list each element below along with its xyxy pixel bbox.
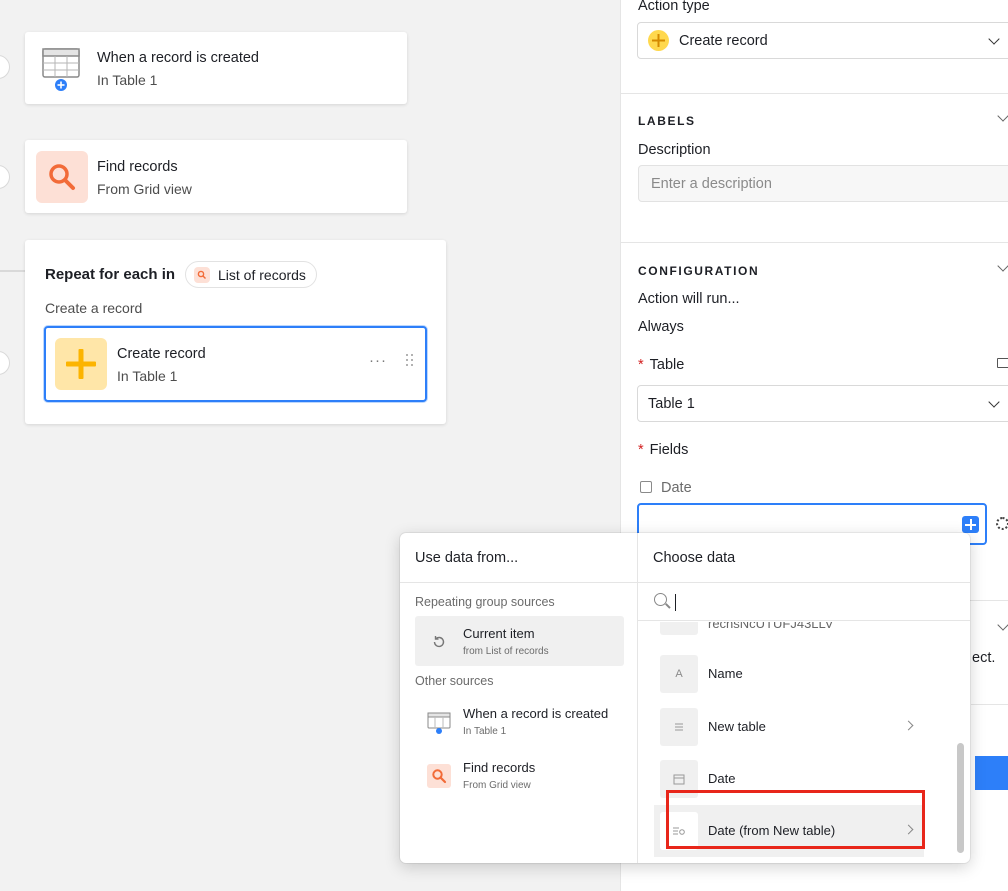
use-data-from-title: Use data from... [400,533,637,583]
action-type-label: Action type [638,0,710,14]
description-label: Description [638,142,711,158]
repeat-subtitle: Create a record [45,300,143,316]
search-icon [427,764,451,788]
configuration-section-title: CONFIGURATION [638,264,760,278]
list-of-records-pill[interactable]: List of records [185,261,317,288]
field-row[interactable]: New table [654,701,924,753]
chevron-down-icon[interactable] [997,619,1008,631]
source-title: Current item [463,626,535,641]
table-plus-icon [35,42,87,94]
fields-label: * Fields [638,442,689,458]
source-title: When a record is created [463,706,609,721]
link-icon [660,708,698,746]
search-icon [194,266,210,283]
labels-section-title: LABELS [638,114,696,128]
text-cursor [675,594,676,611]
repeating-group-label: Repeating group sources [415,595,555,609]
card-subtitle: From Grid view [97,181,192,197]
calendar-icon [640,481,652,493]
repeat-title: Repeat for each in [45,266,176,283]
source-list: Use data from... Repeating group sources… [400,533,638,863]
field-name: Date [708,771,736,786]
field-row[interactable]: recnsNcUTUFJ43LLV [654,622,924,636]
chevron-right-icon [903,720,914,731]
add-step-handle[interactable] [0,55,10,79]
table-plus-icon [427,710,451,734]
expand-icon[interactable] [997,358,1008,368]
source-find-records[interactable]: Find records From Grid view [415,750,624,800]
highlight-box [666,790,925,849]
card-subtitle: In Table 1 [117,368,178,384]
search-icon [36,151,88,203]
table-value: Table 1 [648,395,695,412]
trigger-card[interactable]: When a record is created In Table 1 [25,32,407,104]
source-title: Find records [463,760,536,775]
chevron-down-icon[interactable] [997,110,1008,122]
card-title: Create record [117,346,206,362]
field-name: Name [708,666,743,681]
find-records-card[interactable]: Find records From Grid view [25,140,407,213]
field-type-icon [660,622,698,635]
source-subtitle: from List of records [463,646,549,657]
field-name: recnsNcUTUFJ43LLV [708,622,834,631]
divider [621,242,1008,243]
card-title: Find records [97,159,178,175]
card-title: When a record is created [97,50,259,66]
search-icon [654,593,667,606]
source-subtitle: In Table 1 [463,726,507,737]
description-input[interactable]: Enter a description [638,165,1008,202]
plus-icon [648,30,669,51]
partial-text: ect. [972,650,996,666]
field-name: New table [708,719,766,734]
table-label: * Table [638,357,685,373]
action-type-select[interactable]: Create record [637,22,1008,59]
add-data-icon[interactable] [962,516,979,533]
source-subtitle: From Grid view [463,780,531,791]
connector-line [0,270,25,272]
add-step-handle[interactable] [0,165,10,189]
action-type-value: Create record [679,32,768,49]
current-item-source[interactable]: Current item from List of records [415,616,624,666]
chevron-down-icon[interactable] [997,260,1008,272]
action-button[interactable] [975,756,1008,790]
other-sources-label: Other sources [415,674,494,688]
pill-label: List of records [218,266,306,283]
divider [971,704,1008,705]
more-options-icon[interactable]: ··· [369,352,387,369]
search-field[interactable] [638,583,970,621]
action-will-run-label: Action will run... [638,291,740,307]
repeat-group[interactable]: Repeat for each in List of records Creat… [25,240,446,424]
field-row[interactable]: A Name [654,648,924,700]
drag-handle-icon[interactable] [406,354,416,368]
table-select[interactable]: Table 1 [637,385,1008,422]
data-picker-popover: Use data from... Repeating group sources… [400,533,970,863]
add-step-handle[interactable] [0,351,10,375]
divider [621,93,1008,94]
chevron-down-icon [988,33,1000,45]
plus-icon [55,338,107,390]
action-will-run-value: Always [638,319,684,335]
card-subtitle: In Table 1 [97,72,158,88]
date-field-label: Date [661,480,692,496]
create-record-card[interactable]: Create record In Table 1 ··· [44,326,427,402]
choose-data-title: Choose data [638,533,970,583]
gear-icon[interactable] [996,517,1008,530]
chevron-down-icon [988,396,1000,408]
source-trigger[interactable]: When a record is created In Table 1 [415,696,624,746]
text-field-icon: A [660,655,698,693]
scrollbar[interactable] [957,743,964,853]
refresh-icon [427,630,451,654]
